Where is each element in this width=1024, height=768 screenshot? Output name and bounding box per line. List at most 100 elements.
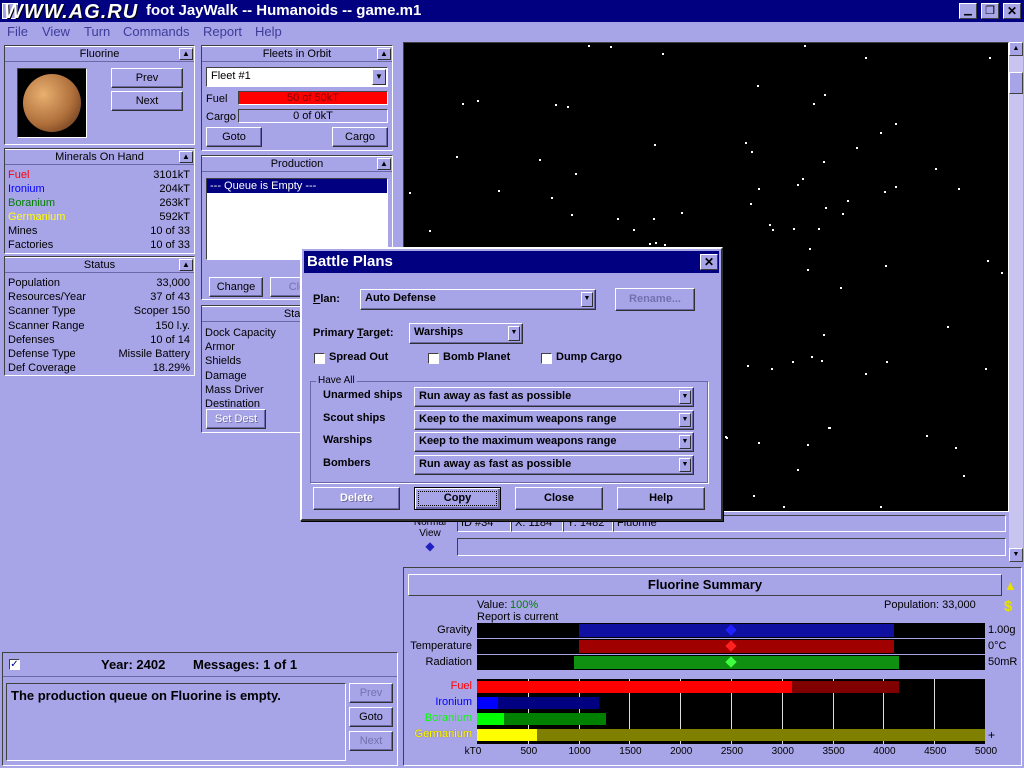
collapse-icon[interactable]: ▲: [377, 48, 391, 60]
tactic-select[interactable]: Run away as fast as possible ▼: [414, 455, 694, 476]
scroll-down-icon[interactable]: ▼: [1009, 548, 1023, 562]
cargo-button[interactable]: Cargo: [332, 127, 388, 147]
summary-panel: Fluorine Summary ▲ $ Value: 100% Report …: [403, 567, 1022, 766]
copy-button[interactable]: Copy: [414, 487, 501, 510]
title-bar: WWW.AG.RU foot JayWalk -- Humanoids -- g…: [0, 0, 1024, 23]
star: [880, 132, 882, 134]
dump-cargo-checkbox[interactable]: [541, 353, 552, 364]
tactic-select-value: Run away as fast as possible: [419, 390, 572, 402]
star: [662, 53, 664, 55]
axis-tick-label: kT0: [464, 746, 482, 757]
cargo-value: 0 of 0kT: [293, 110, 333, 122]
axis-tick-label: 4000: [873, 746, 896, 757]
star: [865, 57, 867, 59]
scroll-up-icon[interactable]: ▲: [1009, 42, 1023, 56]
message-text: The production queue on Fluorine is empt…: [11, 688, 281, 703]
star: [771, 368, 773, 370]
fleets-panel: Fleets in Orbit ▲ Fleet #1 ▼ Fuel 50 of …: [201, 45, 393, 151]
chevron-down-icon[interactable]: ▼: [581, 292, 593, 307]
on-hand-bar: [477, 697, 498, 709]
restore-button[interactable]: ❐: [981, 3, 999, 19]
set-dest-button[interactable]: Set Dest: [206, 409, 266, 429]
goto-fleet-button[interactable]: Goto: [206, 127, 262, 147]
close-button[interactable]: Close: [515, 487, 603, 510]
chevron-down-icon[interactable]: ▼: [508, 326, 520, 341]
message-filter-checkbox[interactable]: ✓: [9, 659, 20, 670]
star: [802, 178, 804, 180]
delete-button[interactable]: Delete: [313, 487, 400, 510]
message-prev-button[interactable]: Prev: [349, 683, 393, 703]
star: [633, 229, 635, 231]
dialog-close-icon[interactable]: ✕: [700, 254, 718, 270]
env-label: Radiation: [425, 656, 472, 668]
star: [567, 106, 569, 108]
tactic-select[interactable]: Keep to the maximum weapons range ▼: [414, 409, 694, 430]
mineral-row: Ironium 204kT: [5, 182, 194, 196]
fleet-select[interactable]: Fleet #1 ▼: [206, 67, 388, 87]
minimize-button[interactable]: ▁: [959, 3, 977, 19]
scroll-thumb[interactable]: [1009, 72, 1023, 94]
change-button[interactable]: Change: [209, 277, 263, 297]
tactic-label: Scout ships: [323, 411, 386, 424]
collapse-icon[interactable]: ▲: [179, 48, 193, 60]
fuel-bar: 50 of 50kT: [238, 91, 388, 105]
menu-commands[interactable]: Commands: [123, 24, 189, 39]
cargo-label: Cargo: [206, 111, 236, 123]
starbase-label: Armor: [205, 341, 235, 354]
star: [462, 103, 464, 105]
menu-report[interactable]: Report: [203, 24, 242, 39]
queue-item[interactable]: --- Queue is Empty ---: [207, 179, 387, 193]
status-row: Scanner Range 150 l.y.: [5, 319, 194, 333]
spread-out-label: Spread Out: [329, 351, 389, 363]
star: [793, 228, 795, 230]
dollar-icon[interactable]: $: [1004, 598, 1012, 615]
chevron-down-icon[interactable]: ▼: [679, 390, 691, 404]
chevron-down-icon[interactable]: ▼: [679, 458, 691, 473]
mineral-bar-label: Fuel: [450, 680, 472, 692]
chevron-down-icon[interactable]: ▼: [679, 435, 691, 450]
view-mode[interactable]: Normal View ◆: [409, 517, 451, 553]
status-row: Def Coverage 18.29%: [5, 361, 194, 375]
tactic-select[interactable]: Run away as fast as possible ▼: [414, 387, 694, 407]
menu-file[interactable]: File: [7, 24, 28, 39]
rename-button[interactable]: Rename...: [615, 288, 695, 311]
env-readout: 1.00g: [988, 624, 1016, 636]
status-value: 33,000: [156, 277, 190, 289]
close-window-button[interactable]: ✕: [1003, 3, 1021, 19]
chevron-down-icon[interactable]: ▼: [679, 412, 691, 427]
spread-out-checkbox[interactable]: [314, 353, 325, 364]
menu-view[interactable]: View: [42, 24, 70, 39]
next-planet-button[interactable]: Next: [111, 91, 183, 111]
tactic-select[interactable]: Keep to the maximum weapons range ▼: [414, 432, 694, 453]
collapse-icon[interactable]: ▲: [179, 151, 193, 163]
env-label: Gravity: [437, 624, 472, 636]
status-value: Missile Battery: [118, 348, 190, 360]
starbase-label: Dock Capacity: [205, 327, 276, 339]
primary-target-select[interactable]: Warships ▼: [409, 323, 523, 344]
plan-select-value: Auto Defense: [365, 292, 436, 304]
axis-tick-label: 4500: [924, 746, 947, 757]
message-next-button[interactable]: Next: [349, 731, 393, 751]
menu-help[interactable]: Help: [255, 24, 282, 39]
axis-tick-label: 500: [520, 746, 538, 757]
bomb-planet-checkbox[interactable]: [428, 353, 439, 364]
value-pct: 100%: [510, 599, 539, 611]
prev-planet-button[interactable]: Prev: [111, 68, 183, 88]
star: [1001, 272, 1003, 274]
tactic-select-value: Run away as fast as possible: [419, 458, 572, 471]
status-row: Population 33,000: [5, 276, 194, 290]
mineral-label: Germanium: [8, 211, 66, 223]
next-arrow-icon[interactable]: ▲: [1004, 578, 1017, 593]
collapse-icon[interactable]: ▲: [377, 158, 391, 170]
mineral-bar-label: Ironium: [435, 696, 472, 708]
help-button[interactable]: Help: [617, 487, 705, 510]
map-vertical-scrollbar[interactable]: ▲ ▼: [1009, 42, 1023, 562]
message-goto-button[interactable]: Goto: [349, 707, 393, 727]
collapse-icon[interactable]: ▲: [179, 259, 193, 271]
star: [811, 356, 813, 358]
axis-tick-label: 1500: [619, 746, 642, 757]
env-readout: 50mR: [988, 656, 1018, 668]
plan-select[interactable]: Auto Defense ▼: [360, 289, 596, 310]
menu-turn[interactable]: Turn: [84, 24, 110, 39]
chevron-down-icon[interactable]: ▼: [372, 69, 386, 85]
